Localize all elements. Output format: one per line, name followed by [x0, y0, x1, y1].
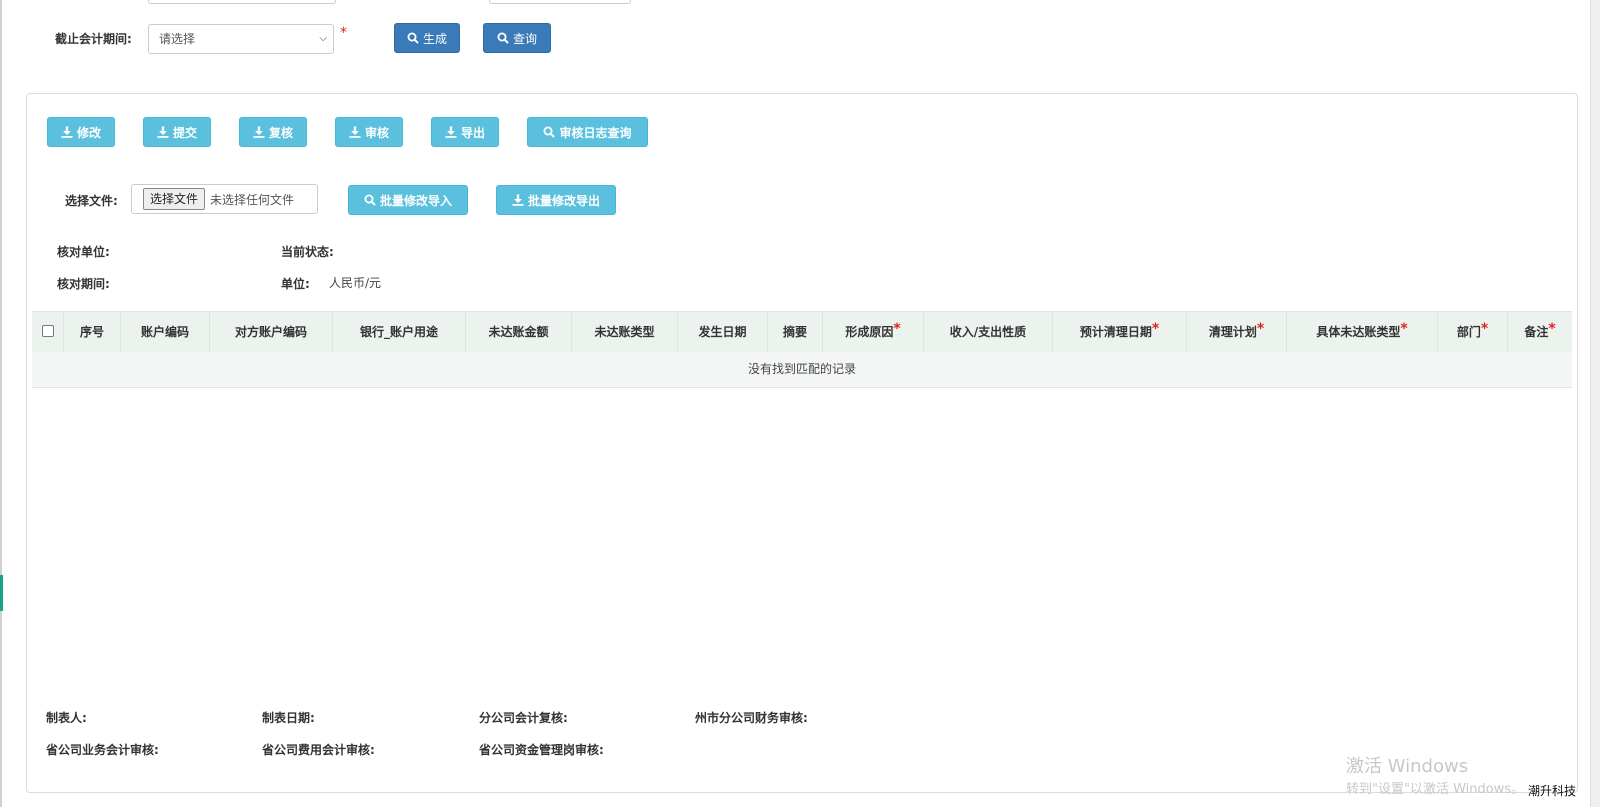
province-expense-review-label: 省公司费用会计审核:: [262, 743, 375, 757]
activate-windows-title: 激活 Windows: [1346, 756, 1469, 777]
download-icon: [349, 126, 361, 138]
col-header-expected-clear-date[interactable]: 预计清理日期*: [1053, 312, 1187, 352]
table-header: 序号 账户编码 对方账户编码 银行_账户用途 未达账金额 未达账类型 发生日期 …: [32, 311, 1572, 353]
province-fund-review-label: 省公司资金管理岗审核:: [479, 743, 604, 757]
download-icon: [61, 126, 73, 138]
audit-log-query-button-label: 审核日志查询: [559, 125, 632, 140]
submit-button-label: 提交: [172, 125, 197, 140]
col-header-account-code[interactable]: 账户编码: [121, 312, 210, 352]
download-icon: [157, 126, 169, 138]
batch-import-button-label: 批量修改导入: [379, 193, 452, 208]
col-header-clear-plan[interactable]: 清理计划*: [1187, 312, 1287, 352]
partial-select-top-right[interactable]: [489, 0, 631, 4]
download-icon: [512, 194, 524, 206]
required-mark: *: [1256, 321, 1265, 337]
batch-export-button-label: 批量修改导出: [527, 193, 600, 208]
edit-button[interactable]: 修改: [47, 117, 115, 147]
required-mark: *: [1480, 321, 1489, 337]
query-button-label: 查询: [512, 31, 537, 46]
col-header-counter-account-code[interactable]: 对方账户编码: [210, 312, 333, 352]
search-icon: [364, 194, 376, 206]
period-select[interactable]: 请选择 ⌵: [148, 24, 334, 54]
file-status: 未选择任何文件: [210, 192, 295, 207]
file-label: 选择文件:: [65, 194, 118, 208]
col-header-outstanding-amount[interactable]: 未达账金额: [466, 312, 572, 352]
col-header-detailed-outstanding-type[interactable]: 具体未达账类型*: [1287, 312, 1438, 352]
col-header-summary[interactable]: 摘要: [768, 312, 823, 352]
check-unit-label: 核对单位:: [57, 245, 110, 259]
recheck-button-label: 复核: [268, 125, 293, 140]
export-button[interactable]: 导出: [431, 117, 499, 147]
col-header-bank-account-usage[interactable]: 银行_账户用途: [333, 312, 466, 352]
required-mark: *: [340, 25, 347, 41]
currency-unit-label: 单位:: [281, 277, 310, 291]
select-all-checkbox[interactable]: [42, 325, 54, 337]
required-mark: *: [1400, 321, 1408, 337]
partial-select-top-left[interactable]: [148, 0, 336, 4]
required-mark: *: [1548, 321, 1556, 337]
download-icon: [445, 126, 457, 138]
audit-button[interactable]: 审核: [335, 117, 403, 147]
empty-table-message: 没有找到匹配的记录: [32, 352, 1572, 388]
branch-review-label: 分公司会计复核:: [479, 711, 568, 725]
province-business-review-label: 省公司业务会计审核:: [46, 743, 159, 757]
left-border-accent: [0, 575, 3, 611]
export-button-label: 导出: [460, 125, 485, 140]
currency-unit-value: 人民币/元: [329, 276, 382, 290]
check-period-label: 核对期间:: [57, 277, 110, 291]
audit-log-query-button[interactable]: 审核日志查询: [527, 117, 648, 147]
col-header-cause[interactable]: 形成原因*: [823, 312, 924, 352]
prepare-date-label: 制表日期:: [262, 711, 315, 725]
download-icon: [253, 126, 265, 138]
chevron-down-icon: ⌵: [319, 33, 327, 44]
query-button[interactable]: 查询: [483, 23, 551, 53]
current-status-label: 当前状态:: [281, 245, 334, 259]
activate-windows-hint: 转到"设置"以激活 Windows。: [1346, 782, 1525, 797]
choose-file-button[interactable]: 选择文件: [143, 188, 206, 210]
edit-button-label: 修改: [76, 125, 101, 140]
search-icon: [497, 32, 509, 44]
period-select-value: 请选择: [159, 32, 196, 46]
audit-button-label: 审核: [364, 125, 389, 140]
generate-button-label: 生成: [422, 31, 447, 46]
file-input[interactable]: 选择文件 未选择任何文件: [131, 184, 318, 214]
generate-button[interactable]: 生成: [394, 23, 460, 53]
left-border: [0, 0, 2, 807]
scrollbar[interactable]: [1590, 0, 1600, 807]
required-mark: *: [893, 321, 901, 337]
select-all-cell: [32, 312, 64, 352]
period-label: 截止会计期间:: [55, 32, 132, 46]
search-icon: [543, 126, 556, 138]
search-icon: [407, 32, 419, 44]
submit-button[interactable]: 提交: [143, 117, 211, 147]
col-header-department[interactable]: 部门*: [1438, 312, 1508, 352]
city-finance-review-label: 州市分公司财务审核:: [695, 711, 808, 725]
col-header-seq[interactable]: 序号: [64, 312, 121, 352]
preparer-label: 制表人:: [46, 711, 87, 725]
col-header-occur-date[interactable]: 发生日期: [678, 312, 768, 352]
col-header-outstanding-type[interactable]: 未达账类型: [572, 312, 678, 352]
brand-watermark: 潮升科技: [1528, 784, 1577, 798]
batch-import-button[interactable]: 批量修改导入: [348, 185, 468, 215]
required-mark: *: [1151, 321, 1160, 337]
recheck-button[interactable]: 复核: [239, 117, 307, 147]
col-header-income-expense-nature[interactable]: 收入/支出性质: [924, 312, 1053, 352]
batch-export-button[interactable]: 批量修改导出: [496, 185, 616, 215]
col-header-remark[interactable]: 备注*: [1508, 312, 1572, 352]
